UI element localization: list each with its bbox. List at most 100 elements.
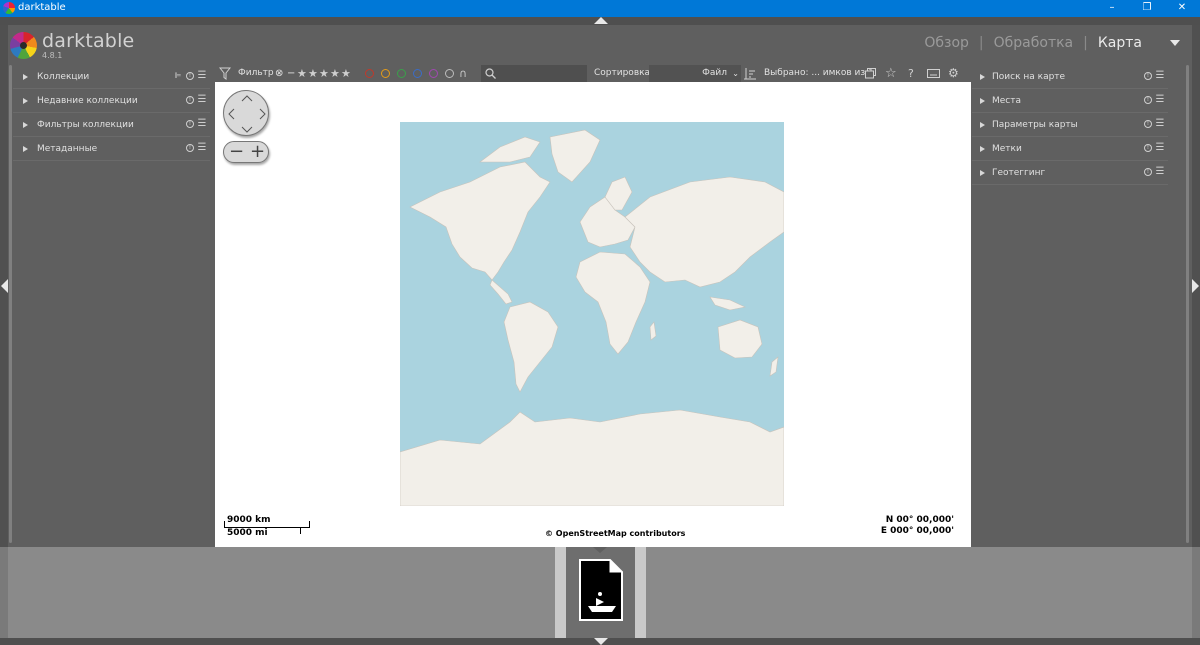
collapse-left-arrow-icon[interactable] — [1, 279, 8, 293]
star-icon[interactable]: ★ — [319, 65, 329, 82]
module-geotagging[interactable]: Геотеггинг ! ☰ — [972, 161, 1168, 185]
presets-menu-icon[interactable]: ☰ — [197, 119, 207, 129]
world-map-tile[interactable] — [400, 122, 784, 506]
close-button[interactable]: ✕ — [1164, 0, 1200, 17]
map-pan-control[interactable] — [223, 90, 269, 136]
module-collection-filters[interactable]: Фильтры коллекции ! ☰ — [13, 113, 210, 137]
module-label: Фильтры коллекции — [37, 119, 134, 130]
view-darkroom[interactable]: Обработка — [994, 35, 1074, 51]
filter-funnel-icon[interactable] — [219, 67, 231, 80]
reset-icon[interactable]: ! — [1144, 96, 1152, 104]
reset-icon[interactable]: ! — [186, 96, 194, 104]
view-separator: | — [1083, 35, 1088, 51]
scale-tick — [309, 521, 310, 527]
overlay-star-icon[interactable]: ☆ — [885, 65, 897, 82]
reset-icon[interactable]: ! — [1144, 168, 1152, 176]
filmstrip-pointer-icon — [593, 547, 607, 553]
maximize-button[interactable]: ❐ — [1129, 0, 1165, 17]
chevron-down-icon: ⌄ — [732, 69, 739, 78]
star-icon[interactable]: ★ — [297, 65, 307, 82]
color-label-yellow[interactable] — [381, 69, 390, 78]
views-dropdown-icon[interactable] — [1170, 40, 1180, 46]
expand-triangle-icon — [23, 97, 28, 104]
collapse-right-arrow-icon[interactable] — [1192, 279, 1199, 293]
map-canvas[interactable]: − + 9000 km 5000 mi © OpenStreetMap cont… — [215, 82, 971, 547]
pan-arrows-icon[interactable] — [224, 91, 270, 137]
grouping-icon[interactable] — [865, 68, 876, 79]
filter-label: Фильтр — [238, 68, 274, 78]
longitude-readout: E 000° 00,000' — [880, 526, 954, 536]
reset-icon[interactable]: ! — [186, 144, 194, 152]
reset-icon[interactable]: ! — [1144, 72, 1152, 80]
star-icon[interactable]: ★ — [330, 65, 340, 82]
sort-value: Файл — [702, 68, 727, 78]
module-label: Метки — [992, 143, 1022, 154]
sort-order-icon[interactable] — [744, 67, 756, 80]
sort-icon[interactable]: ⊫ — [173, 71, 183, 81]
module-label: Недавние коллекции — [37, 95, 138, 106]
text-search-input[interactable] — [481, 65, 587, 82]
module-metadata[interactable]: Метаданные ! ☰ — [13, 137, 210, 161]
help-icon[interactable]: ? — [908, 65, 914, 82]
keyboard-shortcuts-icon[interactable] — [927, 69, 940, 78]
presets-menu-icon[interactable]: ☰ — [197, 143, 207, 153]
view-switcher: Обзор | Обработка | Карта — [918, 35, 1180, 51]
reject-icon[interactable]: ⊗ — [275, 65, 283, 82]
star-icon[interactable]: ★ — [341, 65, 351, 82]
presets-menu-icon[interactable]: ☰ — [1155, 143, 1165, 153]
color-label-red[interactable] — [365, 69, 374, 78]
color-operator-icon[interactable]: ∩ — [459, 65, 467, 82]
right-panel-scrollbar[interactable] — [1186, 65, 1189, 543]
reset-icon[interactable]: ! — [186, 72, 194, 80]
map-attribution: © OpenStreetMap contributors — [545, 529, 686, 538]
brand-name: darktable — [42, 30, 135, 52]
collapse-top-arrow-icon[interactable] — [594, 17, 608, 24]
sort-label: Сортировка — [594, 68, 651, 78]
presets-menu-icon[interactable]: ☰ — [197, 95, 207, 105]
presets-menu-icon[interactable]: ☰ — [1155, 167, 1165, 177]
view-map[interactable]: Карта — [1098, 35, 1142, 51]
reset-icon[interactable]: ! — [186, 120, 194, 128]
sort-dropdown[interactable]: Файл ⌄ — [649, 65, 741, 82]
zoom-out-button[interactable]: − — [229, 142, 244, 162]
expand-triangle-icon — [980, 145, 985, 152]
presets-menu-icon[interactable]: ☰ — [1155, 95, 1165, 105]
color-label-gray[interactable] — [445, 69, 454, 78]
expand-triangle-icon — [23, 121, 28, 128]
window-titlebar: darktable – ❐ ✕ — [0, 0, 1200, 17]
rating-minus-icon[interactable]: − — [287, 65, 295, 82]
module-label: Коллекции — [37, 71, 90, 82]
module-tagging[interactable]: Метки ! ☰ — [972, 137, 1168, 161]
presets-menu-icon[interactable]: ☰ — [197, 71, 207, 81]
collapse-bottom-arrow-icon[interactable] — [594, 638, 608, 645]
minimize-button[interactable]: – — [1094, 0, 1130, 17]
gear-icon[interactable]: ⚙ — [948, 65, 959, 82]
reset-icon[interactable]: ! — [1144, 120, 1152, 128]
presets-menu-icon[interactable]: ☰ — [1155, 71, 1165, 81]
reset-icon[interactable]: ! — [1144, 144, 1152, 152]
color-label-blue[interactable] — [413, 69, 422, 78]
module-label: Метаданные — [37, 143, 98, 154]
module-recent-collections[interactable]: Недавние коллекции ! ☰ — [13, 89, 210, 113]
module-map-settings[interactable]: Параметры карты ! ☰ — [972, 113, 1168, 137]
color-label-purple[interactable] — [429, 69, 438, 78]
presets-menu-icon[interactable]: ☰ — [1155, 119, 1165, 129]
star-icon[interactable]: ★ — [308, 65, 318, 82]
module-label: Места — [992, 95, 1022, 106]
filmstrip-thumbnail[interactable] — [566, 547, 635, 638]
filter-toolbar: Фильтр ⊗ − ★ ★ ★ ★ ★ ∩ Сортировка Файл ⌄… — [215, 65, 971, 82]
left-panel-scrollbar[interactable] — [9, 65, 12, 543]
scale-tick — [224, 521, 225, 527]
darktable-app-icon — [3, 2, 15, 14]
zoom-in-button[interactable]: + — [250, 142, 265, 162]
scale-km: 9000 km — [227, 515, 271, 525]
module-search-map[interactable]: Поиск на карте ! ☰ — [972, 65, 1168, 89]
window-title: darktable — [18, 2, 66, 13]
scale-mi: 5000 mi — [227, 528, 268, 538]
module-collections[interactable]: Коллекции ⊫ ! ☰ — [13, 65, 210, 89]
module-label: Параметры карты — [992, 119, 1078, 130]
view-lighttable[interactable]: Обзор — [924, 35, 969, 51]
module-locations[interactable]: Места ! ☰ — [972, 89, 1168, 113]
module-label: Поиск на карте — [992, 71, 1066, 82]
color-label-green[interactable] — [397, 69, 406, 78]
